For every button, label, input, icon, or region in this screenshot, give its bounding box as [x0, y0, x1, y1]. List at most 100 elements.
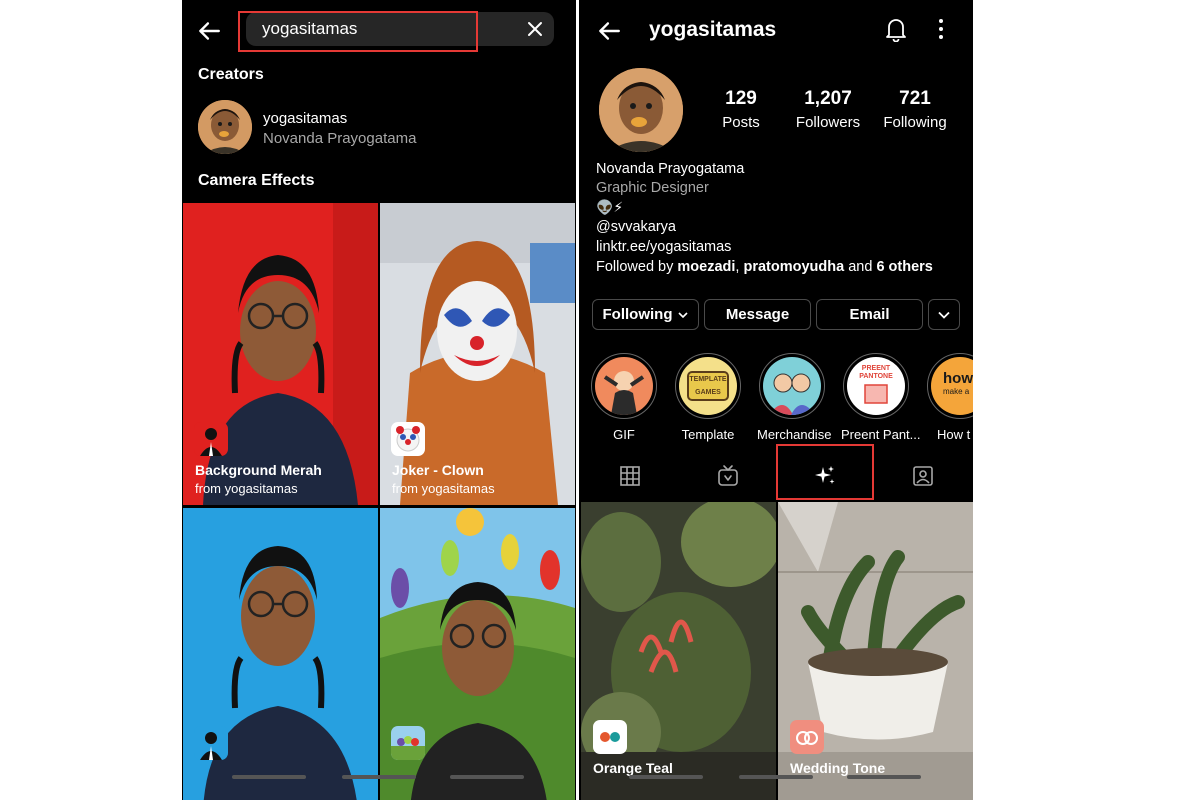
followed-by-user: moezadi [677, 259, 736, 275]
stat-followers-count: 1,207 [804, 88, 852, 109]
search-input-value: yogasitamas [262, 19, 358, 38]
profile-topbar: yogasitamas [579, 0, 973, 60]
followed-by-prefix: Followed by [596, 259, 678, 275]
tab-tagged-icon[interactable] [911, 464, 935, 488]
back-arrow-icon[interactable] [596, 18, 622, 44]
highlight-label: Preent Pant... [841, 427, 921, 442]
highlight-how-sub-text: make a [943, 387, 970, 396]
highlight-how-text: how [943, 371, 973, 387]
bio-website-link[interactable]: linktr.ee/yogasitamas [596, 239, 731, 255]
effect-tile-background-merah[interactable]: Background Merah from yogasitamas [183, 203, 378, 505]
more-options-icon[interactable] [934, 18, 948, 40]
effect-tile-joker-clown[interactable]: Joker - Clown from yogasitamas [380, 203, 575, 505]
highlight-how-to[interactable]: how make a How t [925, 353, 973, 442]
highlight-label: Merchandise [757, 427, 832, 442]
profile-screen: yogasitamas 129 Posts 1,207 Followers 72… [579, 0, 973, 800]
followed-by-user: pratomoyudha [743, 259, 845, 275]
clear-search-icon[interactable] [526, 20, 544, 38]
chevron-down-icon [678, 311, 689, 318]
highlight-label: Template [681, 427, 735, 442]
stat-posts-count: 129 [725, 88, 757, 109]
effect-reel-wedding-tone[interactable]: Wedding Tone [778, 502, 973, 800]
highlight-cover: TEMPLATE GAMES [679, 357, 737, 415]
email-button[interactable]: Email [816, 299, 923, 330]
highlight-cover: PREENT PANTONE [847, 357, 905, 415]
stat-followers-label: Followers [795, 114, 861, 131]
effect-name: Joker - Clown [392, 462, 484, 478]
suggested-accounts-button[interactable] [928, 299, 960, 330]
effect-author: from yogasitamas [392, 481, 495, 496]
effect-tile-background-blue[interactable] [183, 508, 378, 800]
stat-following-label: Following [883, 114, 947, 131]
bio-category: Graphic Designer [596, 180, 709, 196]
email-button-label: Email [849, 306, 890, 323]
highlight-ring [759, 353, 825, 419]
creator-avatar [198, 100, 252, 154]
nav-bar-indicator [629, 775, 703, 779]
tab-posts-grid-icon[interactable] [618, 464, 642, 488]
nav-bar-indicator [232, 775, 306, 779]
message-button[interactable]: Message [704, 299, 811, 330]
effect-thumb-icon [391, 422, 425, 456]
effect-thumb-icon [194, 422, 228, 456]
highlight-preent-pantone[interactable]: PREENT PANTONE Preent Pant... [841, 353, 921, 442]
effect-reel-name: Orange Teal [593, 760, 673, 776]
effect-thumb-icon [790, 720, 824, 754]
back-arrow-icon[interactable] [196, 18, 222, 44]
highlight-merchandise[interactable]: Merchandise [757, 353, 832, 442]
stat-following[interactable]: 721 Following [870, 88, 960, 131]
followed-by-and: and [844, 259, 877, 275]
highlight-gif[interactable]: GIF [589, 353, 659, 442]
highlight-cover [595, 357, 653, 415]
nav-bar-indicator [739, 775, 813, 779]
message-button-label: Message [725, 306, 790, 323]
effect-reel-preview-image [778, 502, 973, 800]
creator-username: yogasitamas [263, 110, 348, 127]
following-button-label: Following [602, 306, 673, 323]
search-input[interactable]: yogasitamas [246, 12, 554, 46]
highlight-ring: how make a [927, 353, 973, 419]
highlight-cover [763, 357, 821, 415]
tab-effects-sparkle-icon[interactable] [813, 464, 837, 488]
highlight-label: How t [937, 427, 971, 442]
effect-reel-orange-teal[interactable]: Orange Teal [581, 502, 776, 800]
highlight-ring [591, 353, 657, 419]
effect-reel-preview-image [581, 502, 776, 800]
effect-tile-teletubbies[interactable] [380, 508, 575, 800]
profile-username: yogasitamas [649, 18, 777, 41]
bio-emoji: 👽⚡ [596, 199, 624, 215]
highlight-preent-text: PREENT PANTONE [859, 365, 893, 380]
search-topbar: yogasitamas [182, 0, 576, 60]
highlight-cover: how make a [931, 357, 973, 415]
nav-bar-indicator [450, 775, 524, 779]
nav-bar-indicator [847, 775, 921, 779]
creator-result-row[interactable]: yogasitamas Novanda Prayogatama [198, 100, 558, 156]
stat-followers[interactable]: 1,207 Followers [783, 88, 873, 131]
highlight-label: GIF [613, 427, 635, 442]
highlight-template[interactable]: TEMPLATE GAMES Template [673, 353, 743, 442]
bio-name: Novanda Prayogatama [596, 161, 745, 177]
followed-by-text[interactable]: Followed by moezadi, pratomoyudha and 6 … [596, 259, 933, 275]
effect-reel-name: Wedding Tone [790, 760, 886, 776]
creators-heading: Creators [198, 66, 264, 83]
effect-preview-image [183, 203, 378, 505]
following-button[interactable]: Following [592, 299, 699, 330]
profile-avatar[interactable] [599, 68, 683, 152]
effect-preview-image [380, 203, 575, 505]
camera-effects-heading: Camera Effects [198, 172, 315, 189]
followed-by-others: 6 others [876, 259, 933, 275]
effect-thumb-icon [194, 726, 228, 760]
stat-following-count: 721 [899, 88, 931, 109]
chevron-down-icon [938, 311, 950, 319]
notification-bell-icon[interactable] [884, 16, 908, 42]
bio-handle-link[interactable]: @svvakarya [596, 219, 676, 235]
highlight-ring: TEMPLATE GAMES [675, 353, 741, 419]
highlight-ring: PREENT PANTONE [843, 353, 909, 419]
creator-fullname: Novanda Prayogatama [263, 130, 417, 147]
search-screen: yogasitamas Creators yogasitamas Novanda… [182, 0, 576, 800]
nav-bar-indicator [342, 775, 416, 779]
tab-igtv-icon[interactable] [716, 464, 740, 488]
effect-thumb-icon [593, 720, 627, 754]
effect-author: from yogasitamas [195, 481, 298, 496]
stat-posts[interactable]: 129 Posts [696, 88, 786, 131]
